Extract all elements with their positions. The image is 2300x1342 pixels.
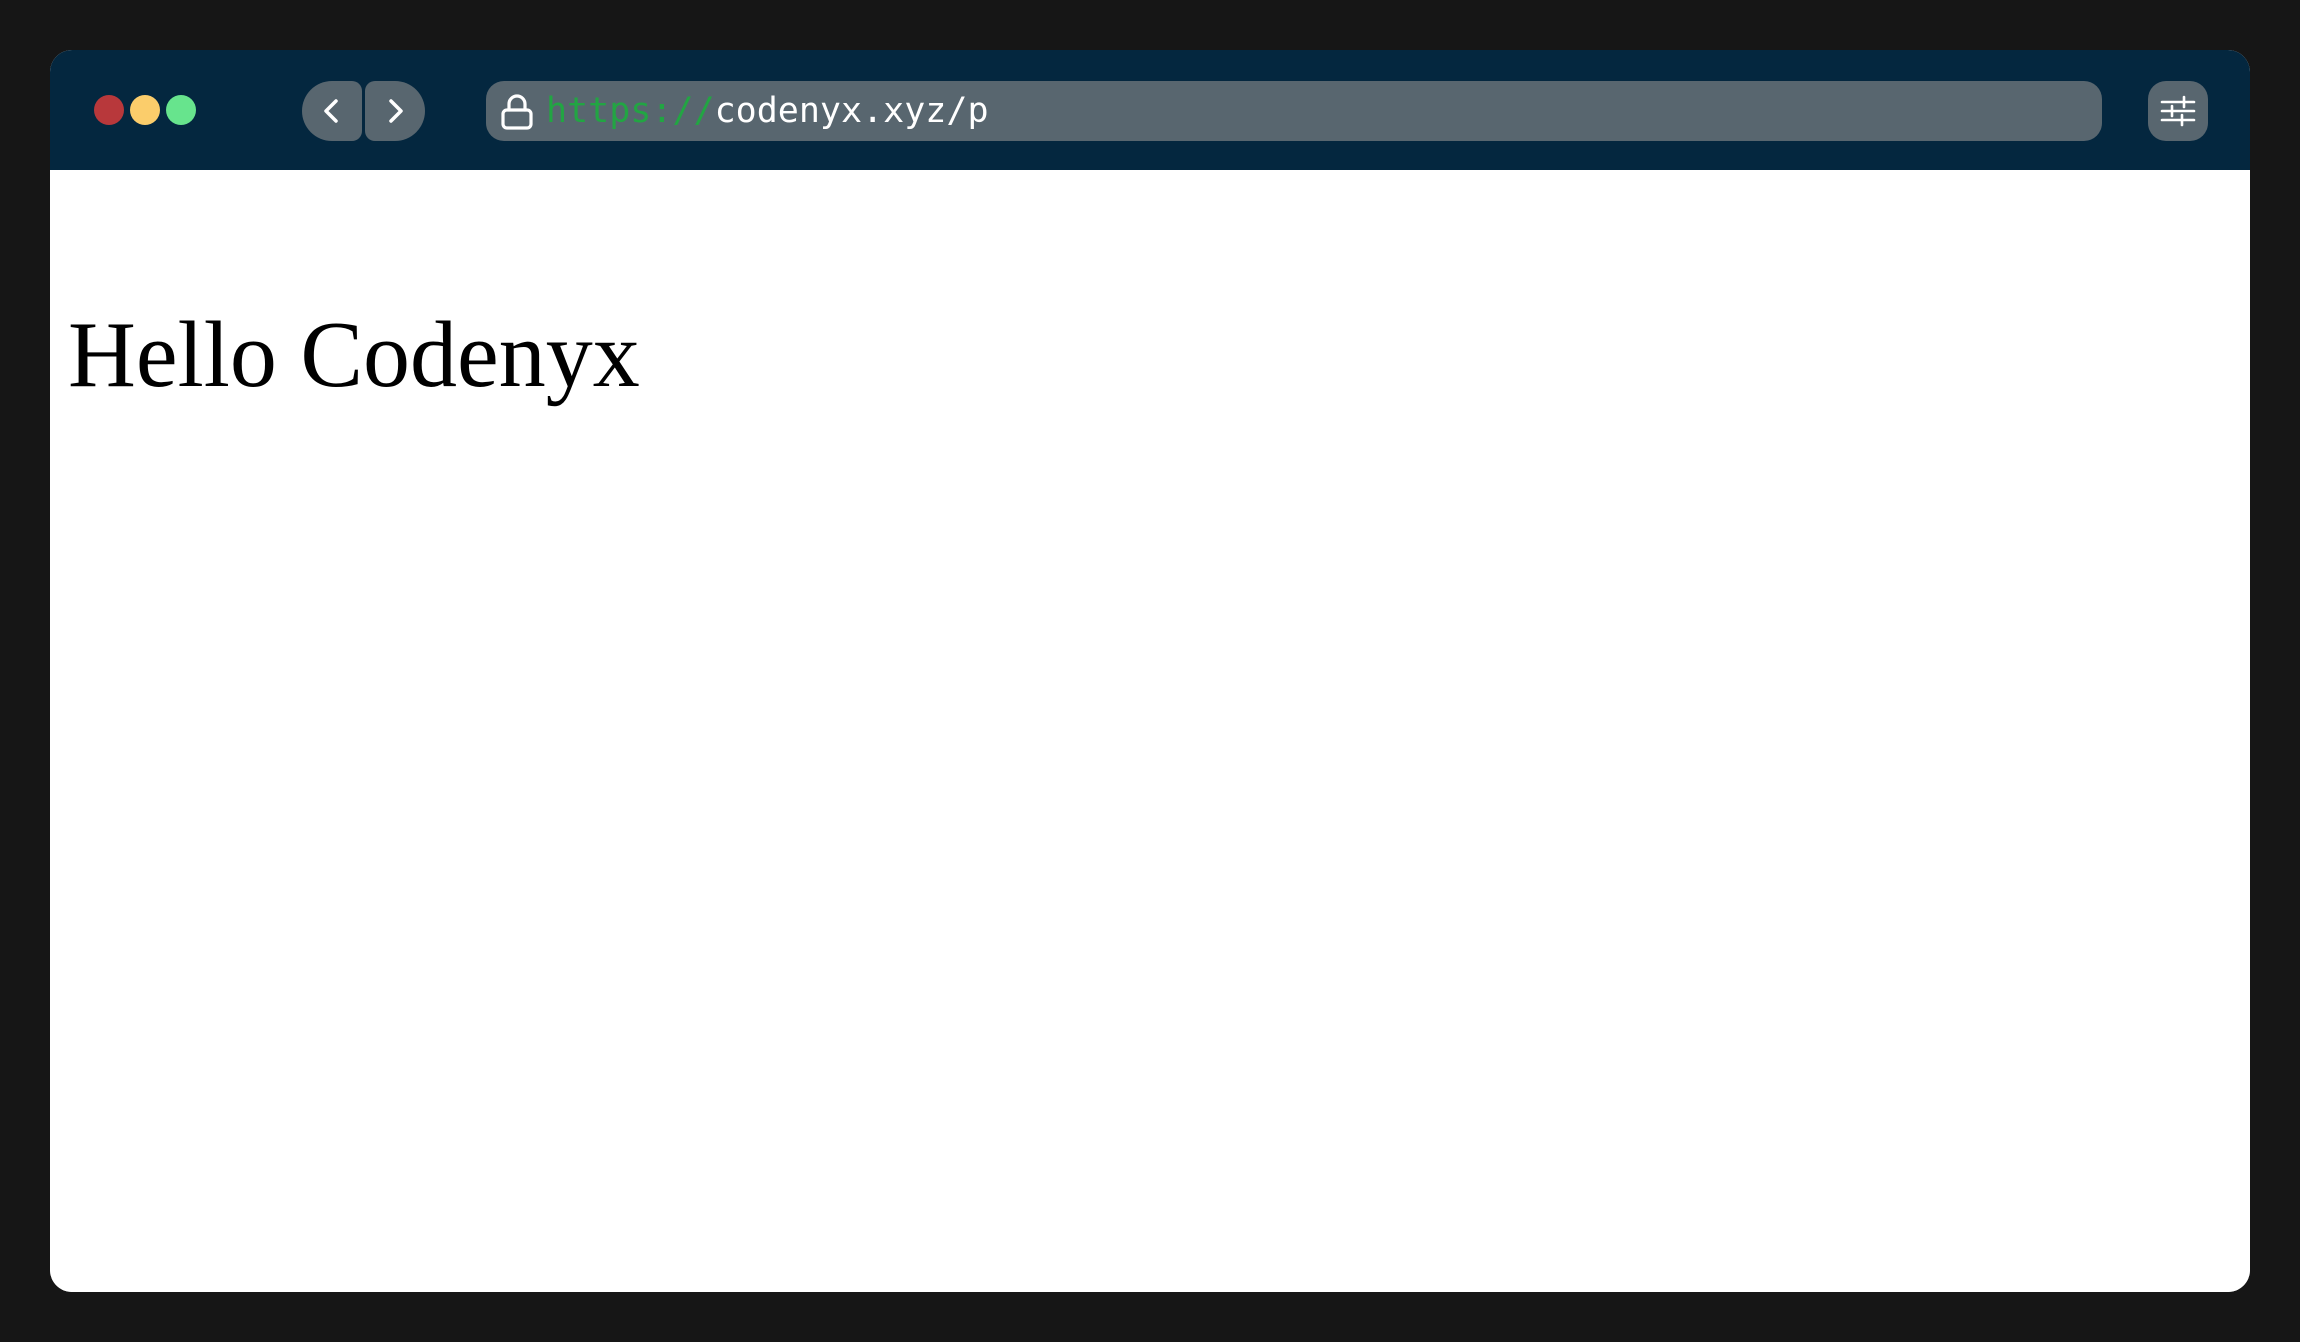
sliders-icon xyxy=(2160,95,2196,127)
url-text: https://codenyx.xyz/p xyxy=(546,81,989,141)
lock-icon xyxy=(501,94,533,130)
maximize-window-button[interactable] xyxy=(166,95,196,125)
back-button[interactable] xyxy=(302,81,362,141)
url-scheme: https:// xyxy=(546,91,715,131)
address-bar[interactable]: https://codenyx.xyz/p xyxy=(486,81,2102,141)
settings-button[interactable] xyxy=(2148,81,2208,141)
forward-button[interactable] xyxy=(365,81,425,141)
chevron-right-icon xyxy=(389,99,403,123)
minimize-window-button[interactable] xyxy=(130,95,160,125)
page-content: Hello Codenyx xyxy=(50,170,2250,1292)
url-path: codenyx.xyz/p xyxy=(714,91,989,131)
browser-toolbar: https://codenyx.xyz/p xyxy=(50,50,2250,170)
close-window-button[interactable] xyxy=(94,95,124,125)
chevron-left-icon xyxy=(324,99,338,123)
page-heading: Hello Codenyx xyxy=(68,303,640,407)
browser-window: https://codenyx.xyz/p Hello Codenyx xyxy=(50,50,2250,1292)
